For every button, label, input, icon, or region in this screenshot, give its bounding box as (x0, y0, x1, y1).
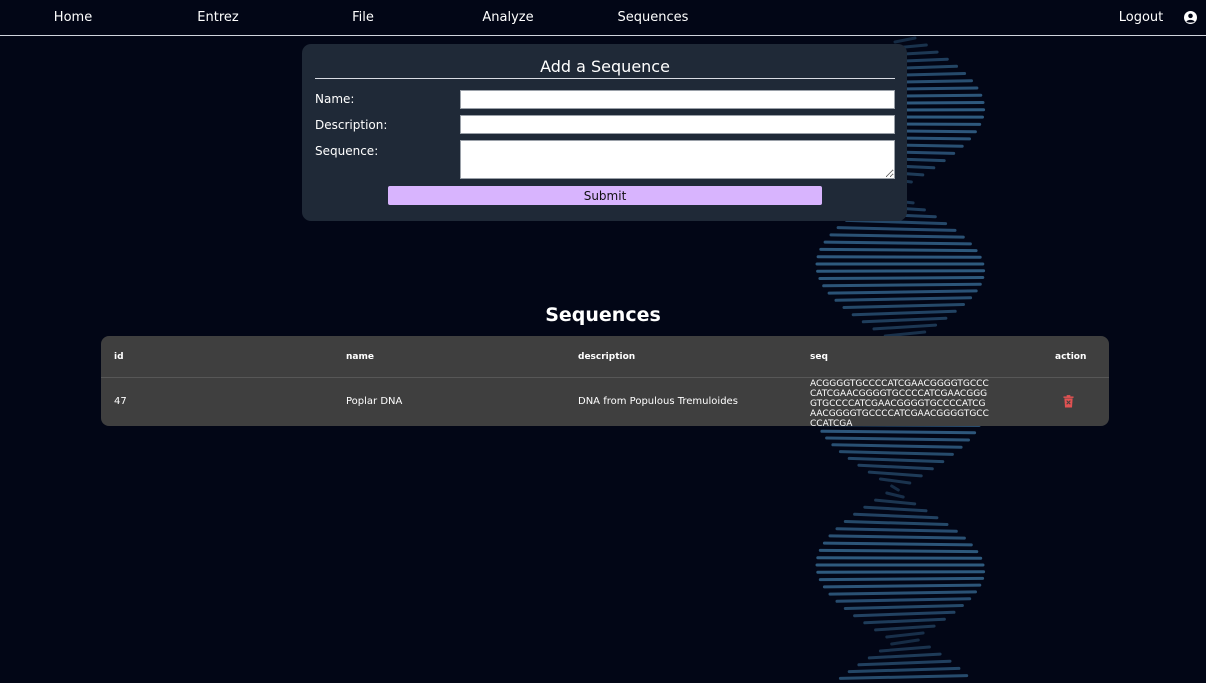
helix-rung (893, 36, 917, 44)
helix-rung (816, 255, 982, 259)
cell-name: Poplar DNA (346, 396, 403, 407)
helix-rung (816, 269, 986, 273)
form-title: Add a Sequence (315, 57, 895, 79)
helix-rung (857, 659, 952, 667)
helix-rung (847, 666, 961, 674)
helix-rung (885, 491, 905, 499)
helix-rung (890, 484, 900, 492)
helix-rung (835, 597, 972, 603)
helix-rung (838, 674, 969, 680)
helix-rung (874, 624, 936, 632)
helix-rung (885, 631, 925, 639)
helix-rung (835, 527, 958, 533)
helix-rung (857, 463, 934, 471)
helix-rung (867, 470, 923, 478)
nav-home[interactable]: Home (54, 10, 92, 25)
helix-rung (838, 450, 954, 456)
helix-rung (818, 548, 979, 554)
nav-entrez[interactable]: Entrez (197, 10, 238, 25)
helix-rung (820, 429, 977, 435)
submit-button[interactable]: Submit (388, 186, 822, 205)
helix-rung (827, 289, 978, 295)
user-circle-icon[interactable] (1184, 11, 1197, 24)
helix-rung (822, 282, 982, 288)
helix-rung (825, 436, 970, 442)
helix-rung (836, 226, 957, 232)
helix-rung (834, 296, 973, 302)
column-header-id: id (114, 352, 124, 362)
nav-file[interactable]: File (352, 10, 374, 25)
helix-rung (828, 590, 977, 596)
column-header-action: action (1055, 352, 1087, 362)
helix-rung (853, 512, 939, 520)
column-header-description: description (578, 352, 636, 362)
helix-rung (818, 276, 985, 280)
helix-rung (890, 638, 920, 646)
helix-rung (816, 570, 986, 574)
column-header-seq: seq (810, 352, 828, 362)
sequence-textarea[interactable] (460, 140, 895, 179)
helix-rung (847, 456, 945, 464)
helix-rung (823, 240, 972, 246)
sequence-label: Sequence: (315, 144, 379, 158)
helix-rung (843, 604, 964, 610)
helix-rung (853, 610, 956, 618)
add-sequence-form: Add a Sequence Name: Description: Sequen… (302, 44, 907, 221)
helix-rung (863, 617, 946, 625)
helix-rung (822, 583, 982, 589)
column-header-name: name (346, 352, 374, 362)
logout-link[interactable]: Logout (1119, 10, 1164, 25)
helix-rung (843, 520, 949, 526)
helix-rung (874, 498, 917, 506)
helix-rung (819, 247, 978, 253)
sequences-heading: Sequences (545, 304, 661, 326)
cell-seq: ACGGGGTGCCCCATCGAACGGGGTGCCCCATCGAACGGGG… (810, 379, 989, 426)
helix-rung (831, 443, 963, 449)
nav-sequences[interactable]: Sequences (618, 10, 689, 25)
helix-rung (878, 477, 912, 485)
description-label: Description: (315, 118, 388, 132)
helix-rung (829, 233, 965, 239)
header-divider (101, 377, 1109, 378)
helix-rung (867, 652, 942, 660)
helix-rung (828, 534, 966, 540)
sequences-table: id name description seq action 47 Poplar… (101, 336, 1109, 426)
cell-id: 47 (114, 396, 127, 407)
nav-analyze[interactable]: Analyze (482, 10, 533, 25)
name-input[interactable] (460, 90, 895, 109)
cell-description: DNA from Populous Tremuloides (578, 396, 738, 407)
helix-rung (818, 576, 985, 582)
helix-rung (878, 645, 931, 653)
top-navbar: Home Entrez File Analyze Sequences Logou… (0, 0, 1206, 36)
helix-rung (816, 556, 983, 560)
helix-rung (863, 505, 928, 513)
trash-icon[interactable] (1063, 395, 1074, 408)
description-input[interactable] (460, 115, 895, 134)
helix-rung (822, 541, 973, 547)
name-label: Name: (315, 92, 355, 106)
